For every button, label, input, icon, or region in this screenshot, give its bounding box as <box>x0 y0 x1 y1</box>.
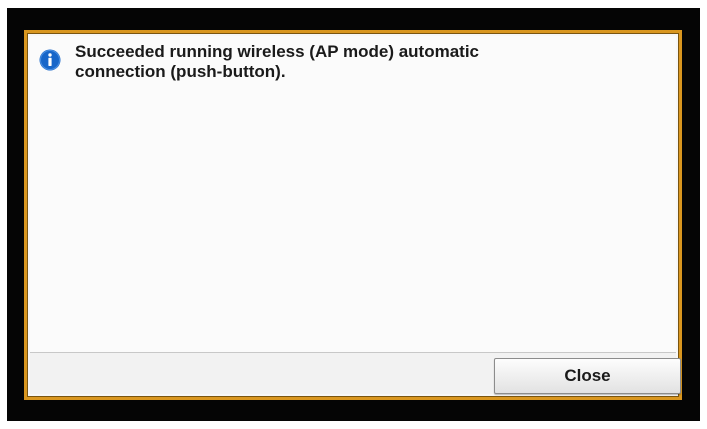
message-line-2: connection (push-button). <box>75 62 286 81</box>
message-area: Succeeded running wireless (AP mode) aut… <box>30 36 676 352</box>
message-line-1: Succeeded running wireless (AP mode) aut… <box>75 42 480 61</box>
dialog-footer: Close <box>30 353 681 394</box>
close-button[interactable]: Close <box>494 358 681 394</box>
info-icon <box>39 49 61 71</box>
message-dialog: Succeeded running wireless (AP mode) aut… <box>24 30 682 400</box>
device-screen: Succeeded running wireless (AP mode) aut… <box>7 8 700 421</box>
dialog-message: Succeeded running wireless (AP mode) aut… <box>75 42 635 82</box>
